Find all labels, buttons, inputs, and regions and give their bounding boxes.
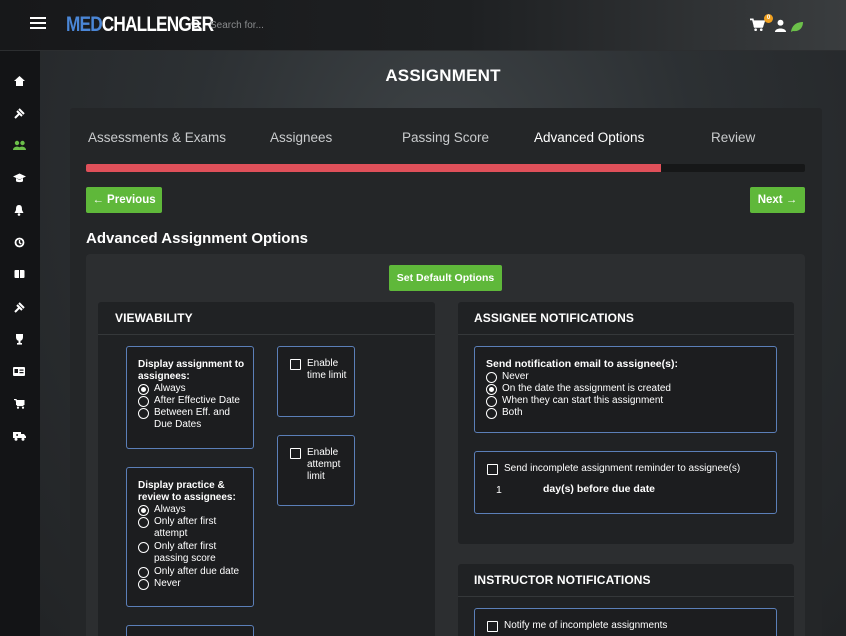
id-card-icon[interactable] — [12, 364, 26, 378]
display-practice-option-after-first-attempt[interactable]: Only after first attempt — [138, 516, 238, 540]
radio-button[interactable] — [138, 542, 149, 553]
viewability-divider — [98, 334, 435, 335]
notification-email-title: Send notification email to assignee(s): — [486, 358, 678, 370]
top-navbar: MEDCHALLENGER 0 — [0, 0, 846, 51]
tab-passing-score[interactable]: Passing Score — [402, 130, 489, 145]
display-assignment-title: Display assignment to assignees: — [138, 359, 245, 382]
wizard-progress-bar — [86, 164, 805, 172]
radio-button[interactable] — [138, 517, 149, 528]
display-practice-option-never[interactable]: Never — [138, 578, 181, 590]
radio-button[interactable] — [138, 396, 149, 407]
graduation-cap-icon[interactable] — [12, 171, 26, 185]
radio-button[interactable] — [138, 408, 149, 419]
tab-assessments-exams[interactable]: Assessments & Exams — [88, 130, 226, 145]
search-input[interactable] — [210, 16, 410, 34]
tab-advanced-options[interactable]: Advanced Options — [534, 130, 644, 145]
notify-incomplete-option[interactable]: Notify me of incomplete assignments — [487, 620, 667, 632]
users-icon[interactable] — [12, 138, 26, 152]
next-button[interactable]: Next → — [750, 187, 805, 213]
display-practice-option-after-due-date[interactable]: Only after due date — [138, 566, 239, 578]
ambulance-icon[interactable] — [12, 429, 26, 443]
radio-button[interactable] — [138, 384, 149, 395]
tab-review[interactable]: Review — [711, 130, 755, 145]
checkbox[interactable] — [290, 359, 301, 370]
display-practice-title: Display practice & review to assignees: — [138, 480, 236, 503]
trophy-icon[interactable] — [12, 332, 26, 346]
instructor-notifications-header: INSTRUCTOR NOTIFICATIONS — [474, 573, 651, 587]
display-assignment-option-always[interactable]: Always — [138, 383, 186, 395]
assignee-notifications-divider — [458, 334, 794, 335]
enable-attempt-limit-option[interactable]: Enable attempt limit — [290, 447, 350, 483]
leaf-icon — [791, 22, 803, 32]
tools-icon[interactable] — [12, 300, 26, 314]
reminder-days-input[interactable] — [486, 481, 534, 498]
enable-time-limit-option[interactable]: Enable time limit — [290, 358, 350, 382]
assignee-notifications-header: ASSIGNEE NOTIFICATIONS — [474, 311, 634, 325]
display-assignment-option-between[interactable]: Between Eff. and Due Dates — [138, 407, 248, 431]
viewability-option-box — [126, 625, 254, 636]
notification-email-option-never[interactable]: Never — [486, 371, 529, 383]
notification-email-option-both[interactable]: Both — [486, 407, 523, 419]
cart-icon[interactable] — [12, 397, 26, 411]
wizard-progress-fill — [86, 164, 662, 172]
display-practice-option-always[interactable]: Always — [138, 504, 186, 516]
set-default-options-button[interactable]: Set Default Options — [389, 265, 502, 291]
page-title: ASSIGNMENT — [385, 66, 501, 85]
radio-button[interactable] — [138, 505, 149, 516]
hamburger-menu-icon[interactable] — [30, 17, 46, 29]
checkbox[interactable] — [290, 448, 301, 459]
cart-icon[interactable] — [750, 18, 765, 32]
display-assignment-option-after-effective[interactable]: After Effective Date — [138, 395, 240, 407]
radio-button[interactable] — [486, 396, 497, 407]
book-icon[interactable] — [12, 267, 26, 281]
tools-icon[interactable] — [12, 106, 26, 120]
radio-button[interactable] — [138, 579, 149, 590]
notification-email-option-on-create[interactable]: On the date the assignment is created — [486, 383, 671, 395]
radio-button[interactable] — [138, 567, 149, 578]
home-icon[interactable] — [12, 74, 26, 88]
history-icon[interactable] — [12, 235, 26, 249]
viewability-header: VIEWABILITY — [115, 311, 193, 325]
checkbox[interactable] — [487, 621, 498, 632]
display-practice-option-after-first-passing[interactable]: Only after first passing score — [138, 541, 238, 565]
radio-button[interactable] — [486, 384, 497, 395]
bell-icon[interactable] — [12, 203, 26, 217]
instructor-notifications-divider — [458, 596, 794, 597]
reminder-days-suffix: day(s) before due date — [543, 483, 656, 495]
notification-email-option-when-start[interactable]: When they can start this assignment — [486, 395, 663, 407]
radio-button[interactable] — [486, 372, 497, 383]
cart-count-badge: 0 — [764, 14, 773, 23]
tab-assignees[interactable]: Assignees — [270, 130, 332, 145]
previous-button[interactable]: ← Previous — [86, 187, 162, 213]
checkbox[interactable] — [487, 464, 498, 475]
advanced-options-heading: Advanced Assignment Options — [86, 230, 308, 247]
radio-button[interactable] — [486, 408, 497, 419]
user-icon[interactable] — [774, 19, 787, 32]
reminder-option[interactable]: Send incomplete assignment reminder to a… — [487, 463, 740, 475]
search-icon — [191, 19, 202, 30]
sidebar — [0, 51, 40, 636]
